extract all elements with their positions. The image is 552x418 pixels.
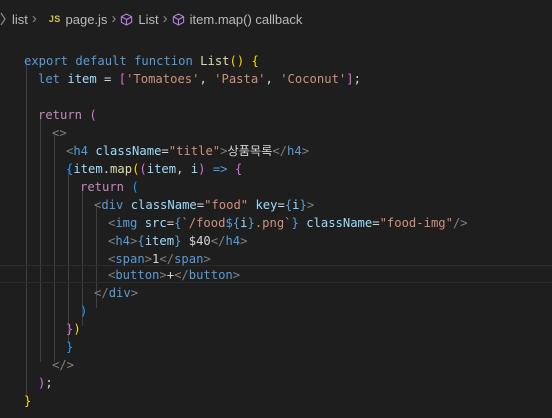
code-editor[interactable]: export default function List() { let ite…	[0, 38, 552, 418]
folder-edge-icon	[0, 12, 6, 26]
js-file-icon: JS	[48, 14, 61, 24]
code-line: <div className="food" key={i}>	[94, 198, 315, 212]
code-line: <img src={`/food${i}.png`} className="fo…	[108, 216, 468, 230]
code-line: </>	[52, 358, 75, 372]
code-line: return (	[38, 108, 97, 122]
breadcrumb-file[interactable]: JS page.js	[41, 12, 108, 27]
indent-guide	[68, 170, 69, 344]
code-line: }	[66, 340, 74, 354]
chevron-right-icon: ›	[111, 9, 117, 27]
code-line: let item = ['Tomatoes', 'Pasta', 'Coconu…	[38, 72, 361, 86]
current-line-highlight	[0, 265, 552, 283]
code-line: }	[24, 394, 32, 408]
code-line: })	[66, 322, 81, 336]
code-line: );	[38, 376, 53, 390]
cube-icon	[172, 12, 184, 26]
chevron-right-icon: ›	[162, 9, 168, 27]
breadcrumb-symbol-list[interactable]: List	[120, 12, 159, 27]
code-line: <button>+</button>	[108, 268, 241, 282]
code-line: <>	[52, 126, 67, 140]
breadcrumb-folder[interactable]: list	[12, 12, 28, 27]
code-line: </div>	[94, 286, 139, 300]
indent-guide	[40, 116, 41, 362]
chevron-right-icon: ›	[31, 9, 37, 27]
indent-guide	[26, 62, 27, 398]
code-line: {item.map((item, i) => {	[66, 162, 243, 176]
code-line: export default function List() {	[24, 54, 259, 68]
code-line: <h4>{item} $40</h4>	[108, 234, 248, 248]
breadcrumb-symbol-callback[interactable]: item.map() callback	[172, 12, 302, 27]
indent-guide	[54, 134, 55, 362]
breadcrumb: list › JS page.js › List › item.map() ca…	[0, 0, 552, 38]
code-line: )	[80, 304, 88, 318]
cube-icon	[121, 12, 133, 26]
code-line: return (	[80, 180, 139, 194]
code-line: <h4 className="title">상품목록</h4>	[66, 144, 310, 158]
